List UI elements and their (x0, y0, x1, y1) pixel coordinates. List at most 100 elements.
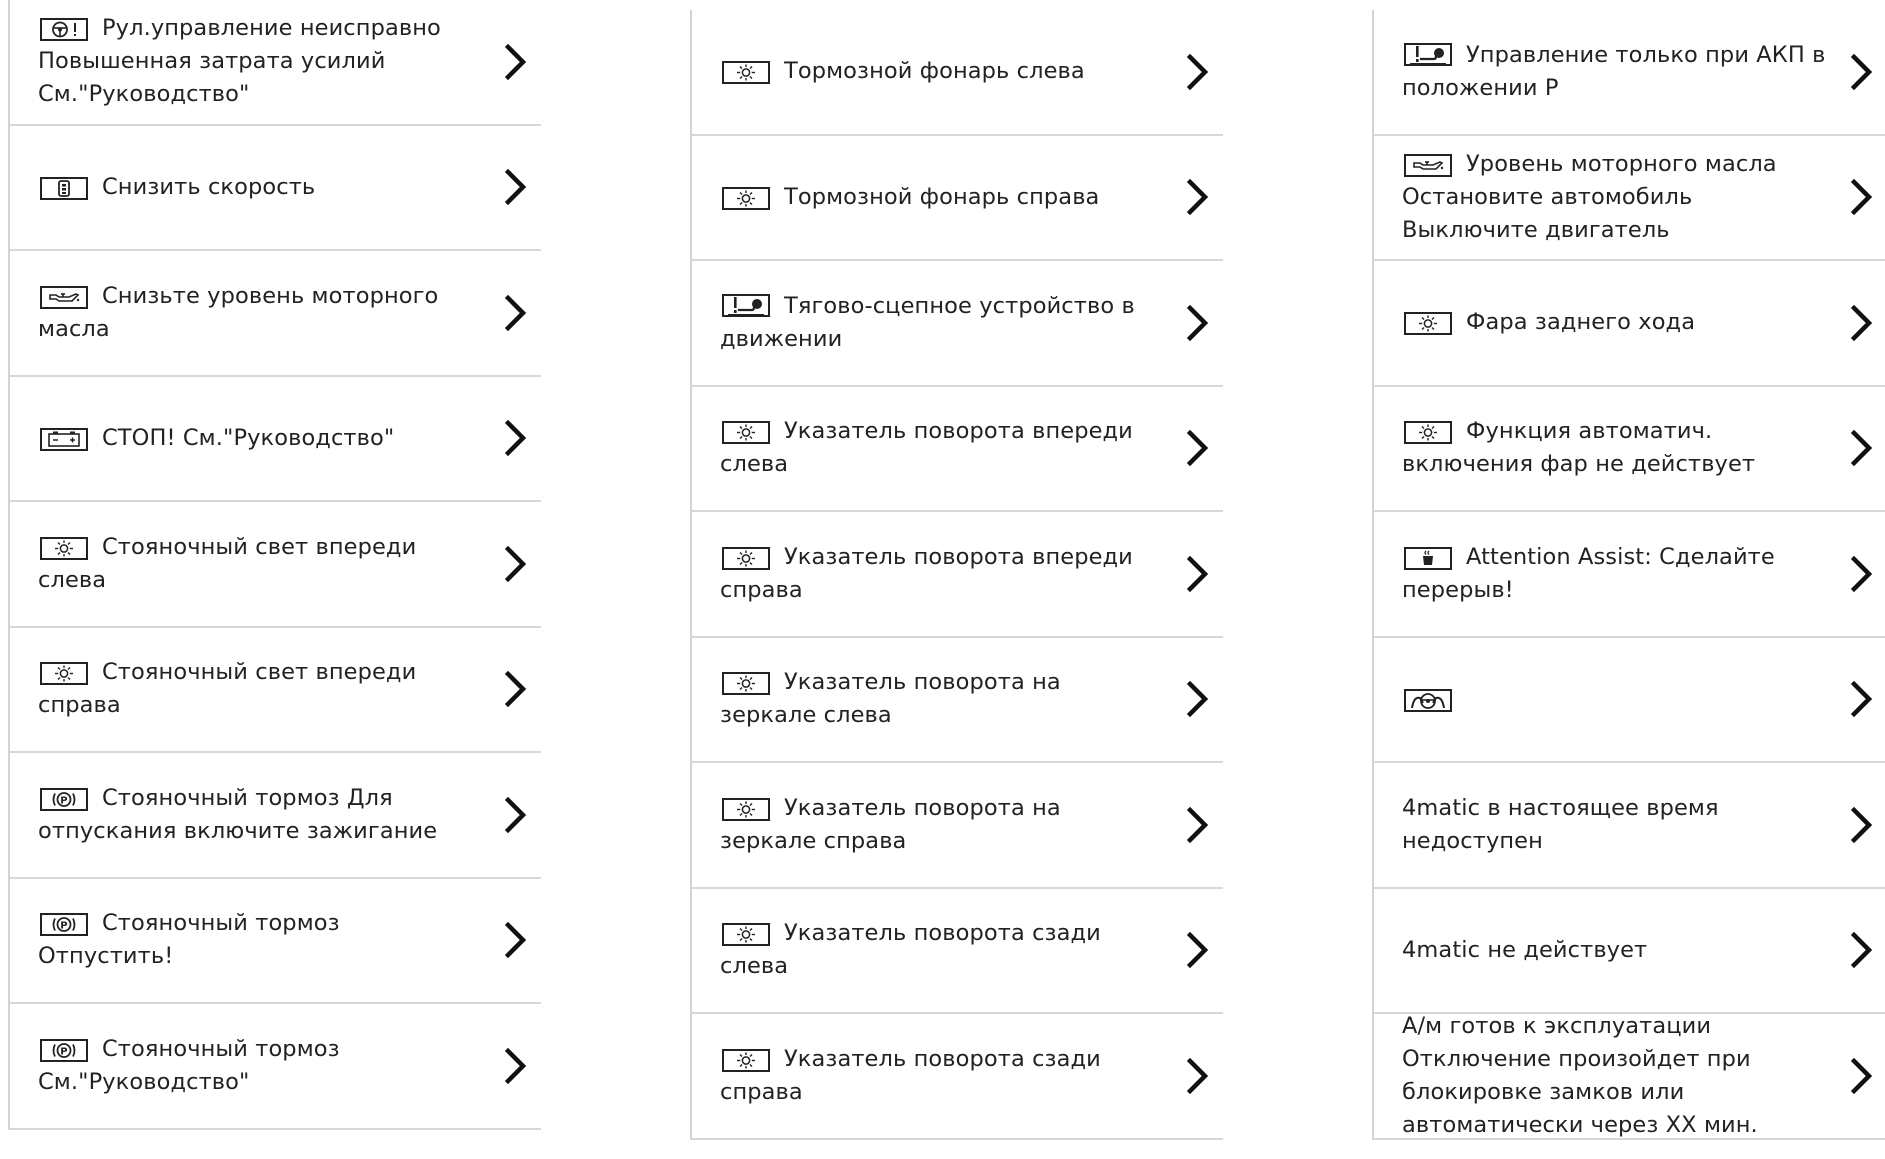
message-column-1: Рул.управление неисправно Повышенная зат… (8, 0, 541, 1130)
chevron-right-icon[interactable] (505, 1047, 527, 1084)
message-label: Функция автоматич. включения фар не дейс… (1402, 418, 1756, 478)
chevron-right-icon[interactable] (1187, 806, 1209, 843)
chevron-right-icon[interactable] (1187, 430, 1209, 467)
message-label: Тормозной фонарь слева (784, 58, 1085, 85)
lamp-icon (722, 421, 770, 445)
message-item[interactable]: Стояночный свет впереди слева (10, 502, 541, 628)
tow-hitch-icon (1404, 43, 1452, 67)
battery-icon (40, 427, 88, 451)
message-label: Указатель поворота сзади справа (720, 1045, 1101, 1105)
message-label: Указатель поворота на зеркале справа (720, 794, 1061, 854)
message-label: Стояночный свет впереди справа (38, 659, 417, 719)
message-item[interactable]: Attention Assist: Сделайте пере­рыв! (1374, 512, 1885, 638)
message-text (1402, 683, 1466, 716)
chevron-right-icon[interactable] (1851, 932, 1873, 969)
lamp-icon (722, 923, 770, 947)
message-item[interactable]: 4matic в настоящее время недоступен (1374, 763, 1885, 889)
chevron-right-icon[interactable] (1187, 681, 1209, 718)
message-item[interactable]: 4matic не действует (1374, 889, 1885, 1014)
chevron-right-icon[interactable] (505, 420, 527, 457)
message-text: Рул.управление неисправно Повышенная зат… (38, 12, 481, 111)
message-label: Управление только при АКП в положении P (1402, 41, 1826, 101)
message-text: Тягово-сцепное устройство в движении (720, 290, 1163, 356)
message-label: Attention Assist: Сделайте пере­рыв! (1402, 543, 1775, 603)
chevron-right-icon[interactable] (1187, 304, 1209, 341)
chevron-right-icon[interactable] (1851, 806, 1873, 843)
message-item[interactable]: Указатель поворота сзади справа (692, 1014, 1223, 1140)
message-item[interactable] (1374, 638, 1885, 763)
message-item[interactable]: Тормозной фонарь справа (692, 136, 1223, 261)
chevron-right-icon[interactable] (505, 796, 527, 833)
message-item[interactable]: Указатель поворота впереди слева (692, 387, 1223, 512)
message-item[interactable]: Указатель поворота на зеркале слева (692, 638, 1223, 763)
message-item[interactable]: СТОП! См."Руководство" (10, 377, 541, 502)
message-text: Функция автоматич. включения фар не дейс… (1402, 415, 1827, 481)
message-item[interactable]: P Стояночный тормоз См."Руковод­ство" (10, 1004, 541, 1130)
message-item[interactable]: P Стояночный тормоз Отпустить! (10, 879, 541, 1004)
message-item[interactable]: Уровень моторного масла Оста­новите авто… (1374, 136, 1885, 261)
speed-reduce-icon (40, 176, 88, 200)
message-item[interactable]: P Стояночный тормоз Для отпуска­ния включ… (10, 753, 541, 879)
message-item[interactable]: Стояночный свет впереди справа (10, 628, 541, 753)
chevron-right-icon[interactable] (505, 671, 527, 708)
oil-can-icon (1404, 153, 1452, 177)
parking-brake-icon: P (40, 913, 88, 937)
message-item[interactable]: Указатель поворота впереди справа (692, 512, 1223, 638)
message-label: А/м готов к эксплуатации Отключение прои… (1402, 1012, 1758, 1138)
chevron-right-icon[interactable] (505, 43, 527, 80)
message-text: Тормозной фонарь слева (720, 55, 1085, 88)
oil-can-icon (40, 285, 88, 309)
message-item[interactable]: Снизить скорость (10, 126, 541, 251)
message-text: 4matic не действует (1402, 934, 1647, 967)
message-text: P Стояночный тормоз Отпустить! (38, 907, 481, 973)
lamp-icon (722, 1048, 770, 1072)
message-label: Тормозной фонарь справа (784, 183, 1100, 210)
parking-brake-icon: P (40, 787, 88, 811)
message-text: P Стояночный тормоз Для отпуска­ния включ… (38, 782, 481, 848)
message-text: Снизить скорость (38, 171, 315, 204)
chevron-right-icon[interactable] (1187, 932, 1209, 969)
message-item[interactable]: Указатель поворота на зеркале справа (692, 763, 1223, 889)
message-item[interactable]: А/м готов к эксплуатации Отключение прои… (1374, 1012, 1885, 1140)
chevron-right-icon[interactable] (1187, 555, 1209, 592)
message-label: Тягово-сцепное устройство в движении (720, 292, 1135, 352)
message-item[interactable]: Функция автоматич. включения фар не дейс… (1374, 387, 1885, 512)
chevron-right-icon[interactable] (1851, 681, 1873, 718)
message-label: Указатель поворота сзади слева (720, 920, 1101, 980)
lamp-icon (722, 546, 770, 570)
lamp-icon (40, 536, 88, 560)
message-label: 4matic в настоящее время недоступен (1402, 794, 1719, 854)
chevron-right-icon[interactable] (505, 922, 527, 959)
message-label: Фара заднего хода (1466, 309, 1696, 336)
chevron-right-icon[interactable] (1187, 179, 1209, 216)
chevron-right-icon[interactable] (1851, 53, 1873, 90)
chevron-right-icon[interactable] (1851, 1057, 1873, 1094)
lamp-icon (40, 662, 88, 686)
chevron-right-icon[interactable] (505, 294, 527, 331)
chevron-right-icon[interactable] (1851, 179, 1873, 216)
chevron-right-icon[interactable] (1187, 1057, 1209, 1094)
message-text: Снизьте уровень моторного масла (38, 280, 481, 346)
message-item[interactable]: Тягово-сцепное устройство в движении (692, 261, 1223, 387)
message-label: Снизьте уровень моторного масла (38, 282, 439, 342)
message-item[interactable]: Рул.управление неисправно Повышенная зат… (10, 0, 541, 126)
message-label: Указатель поворота на зеркале слева (720, 669, 1061, 729)
message-label: Уровень моторного масла Оста­новите авто… (1402, 150, 1777, 243)
message-column-2: Тормозной фонарь слева Тормозной фонарь с… (690, 10, 1223, 1140)
chevron-right-icon[interactable] (1851, 430, 1873, 467)
message-text: Указатель поворота впереди слева (720, 415, 1163, 481)
parking-brake-icon: P (40, 1038, 88, 1062)
message-text: Тормозной фонарь справа (720, 181, 1099, 214)
chevron-right-icon[interactable] (505, 545, 527, 582)
message-item[interactable]: Тормозной фонарь слева (692, 10, 1223, 136)
message-item[interactable]: Фара заднего хода (1374, 261, 1885, 387)
chevron-right-icon[interactable] (1187, 53, 1209, 90)
message-item[interactable]: Управление только при АКП в положении P (1374, 10, 1885, 136)
chevron-right-icon[interactable] (1851, 555, 1873, 592)
message-item[interactable]: Снизьте уровень моторного масла (10, 251, 541, 377)
message-item[interactable]: Указатель поворота сзади слева (692, 889, 1223, 1014)
lamp-icon (722, 186, 770, 210)
steering-warning-icon (40, 18, 88, 42)
chevron-right-icon[interactable] (1851, 304, 1873, 341)
chevron-right-icon[interactable] (505, 169, 527, 206)
